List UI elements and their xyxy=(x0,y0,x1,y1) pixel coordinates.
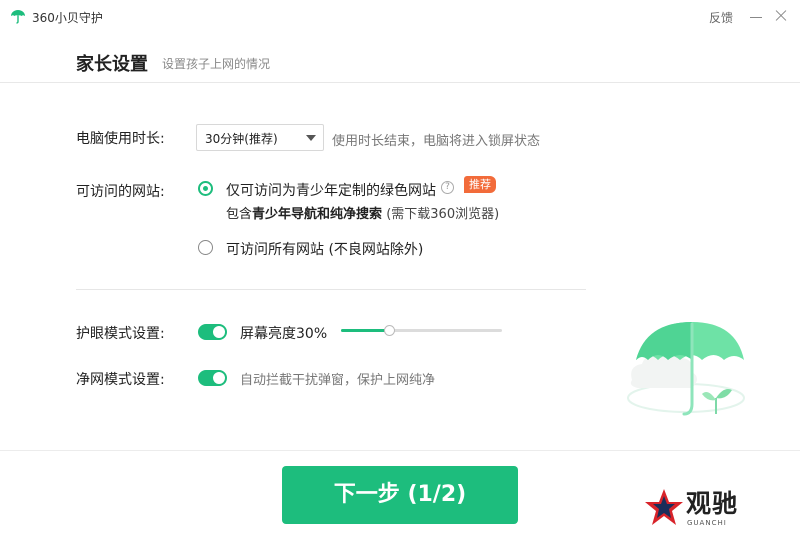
green-sites-description: 包含青少年导航和纯净搜索 (需下载360浏览器) xyxy=(226,203,499,222)
divider xyxy=(76,289,586,290)
divider xyxy=(0,82,800,83)
brightness-slider[interactable] xyxy=(341,325,502,336)
minimize-icon[interactable] xyxy=(748,9,764,25)
guanchi-watermark: 观驰 GUANCHI xyxy=(644,484,764,530)
clean-mode-label: 净网模式设置: xyxy=(76,372,165,388)
brightness-slider-fill xyxy=(341,329,390,332)
option-green-sites[interactable]: 仅可访问为青少年定制的绿色网站 xyxy=(226,180,436,200)
next-step-button[interactable]: 下一步 (1/2) xyxy=(282,466,518,524)
help-icon[interactable]: ? xyxy=(441,181,454,194)
websites-label: 可访问的网站: xyxy=(76,184,165,200)
usage-time-select[interactable]: 30分钟(推荐) xyxy=(196,124,324,151)
umbrella-logo-icon xyxy=(11,10,25,24)
brightness-label: 屏幕亮度30% xyxy=(240,326,328,342)
umbrella-illustration-icon xyxy=(627,322,745,416)
close-icon[interactable] xyxy=(773,8,789,24)
clean-mode-hint: 自动拦截干扰弹窗，保护上网纯净 xyxy=(240,373,436,388)
feedback-link[interactable]: 反馈 xyxy=(709,9,733,26)
eye-mode-label: 护眼模式设置: xyxy=(76,326,165,342)
desc-clean-search: 纯净搜索 xyxy=(330,207,383,222)
desc-prefix: 包含 xyxy=(226,207,253,222)
recommend-badge: 推荐 xyxy=(464,176,496,193)
radio-all-sites[interactable] xyxy=(198,240,213,255)
page-title: 家长设置 xyxy=(76,54,148,75)
watermark-subtext: GUANCHI xyxy=(687,519,727,527)
option-all-sites[interactable]: 可访问所有网站 (不良网站除外) xyxy=(226,239,423,259)
usage-time-value: 30分钟(推荐) xyxy=(205,132,278,146)
eye-mode-toggle[interactable] xyxy=(198,324,227,340)
clean-mode-toggle[interactable] xyxy=(198,370,227,386)
watermark-text: 观驰 xyxy=(686,489,739,518)
usage-time-label: 电脑使用时长: xyxy=(76,131,165,147)
title-bar: 360小贝守护 反馈 xyxy=(0,0,800,34)
usage-time-hint: 使用时长结束，电脑将进入锁屏状态 xyxy=(332,134,541,149)
brightness-slider-thumb[interactable] xyxy=(384,325,396,336)
radio-green-sites[interactable] xyxy=(198,181,213,196)
star-logo-icon xyxy=(645,489,683,525)
page-subtitle: 设置孩子上网的情况 xyxy=(162,57,271,71)
desc-suffix: (需下载360浏览器) xyxy=(386,207,500,222)
desc-youth-nav: 青少年导航 xyxy=(252,207,318,222)
chevron-down-icon xyxy=(306,135,316,141)
desc-and: 和 xyxy=(317,207,331,222)
divider xyxy=(0,450,800,451)
app-title: 360小贝守护 xyxy=(32,11,103,25)
